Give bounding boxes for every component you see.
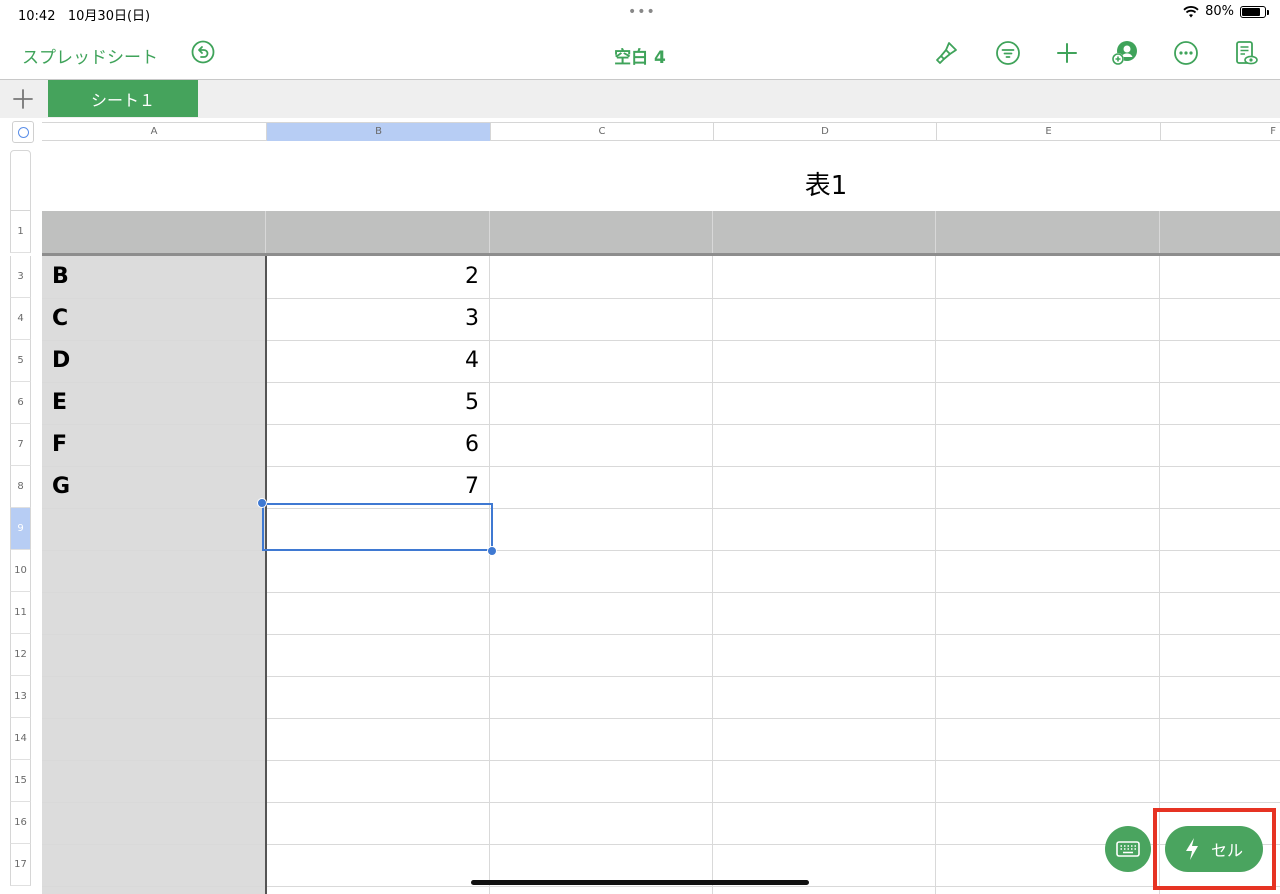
status-bar: 10:42 10月30日(日) ••• 80%	[0, 0, 1280, 26]
grid-line	[42, 592, 1280, 593]
cell-a7[interactable]: F	[52, 424, 67, 466]
row-header-title-area	[10, 150, 31, 211]
grid-line	[42, 844, 1280, 845]
column-header-e[interactable]: E	[936, 123, 1160, 141]
annotation-highlight-box	[1153, 808, 1276, 890]
grid-line	[42, 340, 1280, 341]
row-header-9[interactable]: 9	[10, 508, 31, 550]
battery-percent: 80%	[1205, 4, 1234, 19]
table-body[interactable]: B 2 C 3 D 4 E 5 F 6 G 7	[42, 256, 1280, 894]
status-date: 10月30日(日)	[67, 9, 151, 24]
cell-b4[interactable]: 3	[266, 298, 479, 340]
filter-icon[interactable]	[994, 39, 1022, 67]
grid-line	[42, 382, 1280, 383]
cell-b7[interactable]: 6	[266, 424, 479, 466]
table-title[interactable]: 表1	[42, 165, 1280, 202]
cell-b3[interactable]: 2	[266, 256, 479, 298]
column-header-d[interactable]: D	[713, 123, 936, 141]
row-header-16[interactable]: 16	[10, 802, 31, 844]
grid-line	[42, 634, 1280, 635]
row-header-10[interactable]: 10	[10, 550, 31, 592]
document-title[interactable]: 空白 4	[0, 43, 1280, 68]
row-header-5[interactable]: 5	[10, 340, 31, 382]
keyboard-icon	[1116, 841, 1140, 857]
header-column	[42, 256, 266, 894]
row-header-7[interactable]: 7	[10, 424, 31, 466]
grid-line	[42, 802, 1280, 803]
format-brush-icon[interactable]	[933, 39, 961, 67]
grid-line	[489, 256, 490, 894]
add-sheet-icon[interactable]	[11, 87, 35, 111]
row-header-4[interactable]: 4	[10, 298, 31, 340]
header-divider	[265, 211, 266, 253]
add-icon[interactable]	[1053, 39, 1081, 67]
keyboard-button[interactable]	[1105, 826, 1151, 872]
cell-a6[interactable]: E	[52, 382, 67, 424]
header-divider	[712, 211, 713, 253]
grid-line	[42, 550, 1280, 551]
more-icon[interactable]	[1172, 39, 1200, 67]
column-header-a[interactable]: A	[42, 123, 266, 141]
select-table-handle[interactable]	[12, 121, 34, 143]
cell-a3[interactable]: B	[52, 256, 69, 298]
grid-line	[42, 466, 1280, 467]
cell-a4[interactable]: C	[52, 298, 68, 340]
grid-line	[935, 256, 936, 894]
grid-line	[42, 508, 1280, 509]
grid-line	[42, 424, 1280, 425]
sheet-tab-1[interactable]: シート１	[48, 80, 198, 117]
grid-line	[42, 886, 1280, 887]
grid-line	[1159, 256, 1160, 894]
row-header-15[interactable]: 15	[10, 760, 31, 802]
multitasking-dots-icon[interactable]: •••	[628, 4, 656, 20]
row-header-12[interactable]: 12	[10, 634, 31, 676]
column-headers: A B C D E F	[42, 122, 1280, 141]
cell-b5[interactable]: 4	[266, 340, 479, 382]
grid-line	[42, 298, 1280, 299]
sheet-tabs-bar: シート１	[0, 80, 1280, 118]
cell-a5[interactable]: D	[52, 340, 70, 382]
status-time: 10:42 10月30日(日)	[18, 9, 151, 24]
header-divider	[489, 211, 490, 253]
status-right: 80%	[1183, 4, 1269, 19]
row-header-8[interactable]: 8	[10, 466, 31, 508]
reader-view-icon[interactable]	[1232, 39, 1260, 67]
selection-handle-bottom-right[interactable]	[487, 546, 497, 556]
row-header-3[interactable]: 3	[10, 256, 31, 298]
row-header-6[interactable]: 6	[10, 382, 31, 424]
selected-cell-b9[interactable]	[262, 503, 493, 551]
grid-line	[42, 676, 1280, 677]
cell-a8[interactable]: G	[52, 466, 70, 508]
toolbar: スプレッドシート 空白 4	[0, 26, 1280, 80]
wifi-icon	[1183, 5, 1199, 17]
grid-line	[42, 760, 1280, 761]
row-header-1[interactable]: 1	[10, 211, 31, 253]
column-header-c[interactable]: C	[490, 123, 713, 141]
row-header-17[interactable]: 17	[10, 844, 31, 886]
grid-line	[42, 718, 1280, 719]
header-divider	[935, 211, 936, 253]
header-divider	[1159, 211, 1160, 253]
cell-b6[interactable]: 5	[266, 382, 479, 424]
row-header-13[interactable]: 13	[10, 676, 31, 718]
column-header-f[interactable]: F	[1160, 123, 1280, 141]
battery-icon	[1240, 5, 1269, 18]
column-header-b[interactable]: B	[266, 123, 490, 141]
table-header-row[interactable]	[42, 211, 1280, 253]
row-header-11[interactable]: 11	[10, 592, 31, 634]
collaborate-icon[interactable]	[1111, 39, 1139, 67]
selection-handle-top-left[interactable]	[257, 498, 267, 508]
row-header-14[interactable]: 14	[10, 718, 31, 760]
home-indicator[interactable]	[471, 880, 809, 885]
grid-line	[712, 256, 713, 894]
cell-b8[interactable]: 7	[266, 466, 479, 508]
